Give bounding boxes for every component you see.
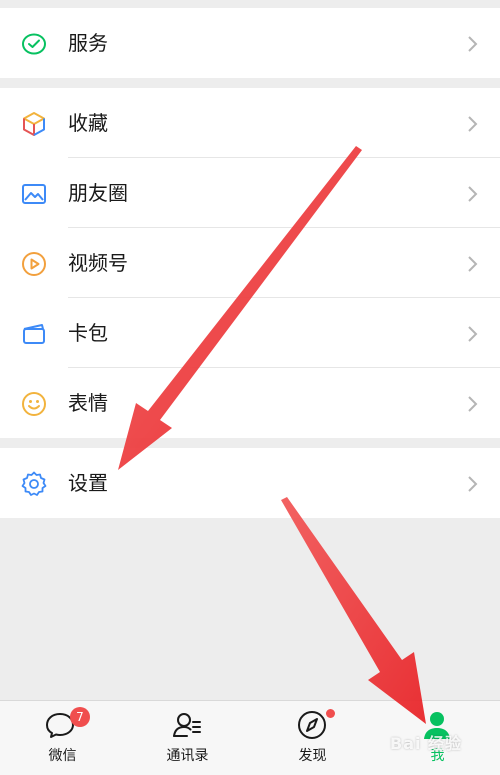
tab-chats[interactable]: 7 微信	[0, 701, 125, 775]
menu-row-stickers[interactable]: 表情	[0, 368, 500, 438]
menu-row-moments[interactable]: 朋友圈	[0, 158, 500, 228]
chevron-right-icon	[466, 35, 478, 53]
service-icon	[20, 30, 48, 58]
settings-group: 设置	[0, 448, 500, 518]
moments-icon	[20, 180, 48, 208]
menu-label-settings: 设置	[68, 471, 108, 495]
services-group: 服务	[0, 8, 500, 78]
menu-label: 收藏	[68, 111, 108, 135]
notification-dot	[326, 709, 335, 718]
menu-row-channels[interactable]: 视频号	[0, 228, 500, 298]
menu-row-services[interactable]: 服务	[0, 8, 500, 78]
sticker-icon	[20, 390, 48, 418]
menu-row-settings[interactable]: 设置	[0, 448, 500, 518]
menu-label: 朋友圈	[68, 181, 128, 205]
tab-label: 发现	[298, 748, 327, 764]
menu-label: 表情	[68, 391, 108, 415]
chevron-right-icon	[466, 185, 478, 203]
menu-label-services: 服务	[68, 31, 108, 55]
features-group: 收藏 朋友圈 视频号 卡包 表情	[0, 88, 500, 438]
tab-label: 通讯录	[166, 748, 209, 764]
chevron-right-icon	[466, 475, 478, 493]
watermark-text: Bai 经验	[390, 734, 463, 753]
chevron-right-icon	[466, 325, 478, 343]
tab-contacts[interactable]: 通讯录	[125, 701, 250, 775]
chevron-right-icon	[466, 395, 478, 413]
discover-icon	[296, 709, 328, 741]
gear-icon	[20, 470, 48, 498]
card-package-icon	[20, 320, 48, 348]
tab-label: 微信	[48, 748, 77, 764]
chevron-right-icon	[466, 115, 478, 133]
favorites-icon	[20, 110, 48, 138]
menu-row-favorites[interactable]: 收藏	[0, 88, 500, 158]
channels-icon	[20, 250, 48, 278]
unread-badge: 7	[70, 707, 90, 727]
menu-row-card-package[interactable]: 卡包	[0, 298, 500, 368]
menu-label: 视频号	[68, 251, 128, 275]
tab-discover[interactable]: 发现	[250, 701, 375, 775]
menu-label: 卡包	[68, 321, 108, 345]
chevron-right-icon	[466, 255, 478, 273]
contacts-icon	[171, 709, 203, 741]
